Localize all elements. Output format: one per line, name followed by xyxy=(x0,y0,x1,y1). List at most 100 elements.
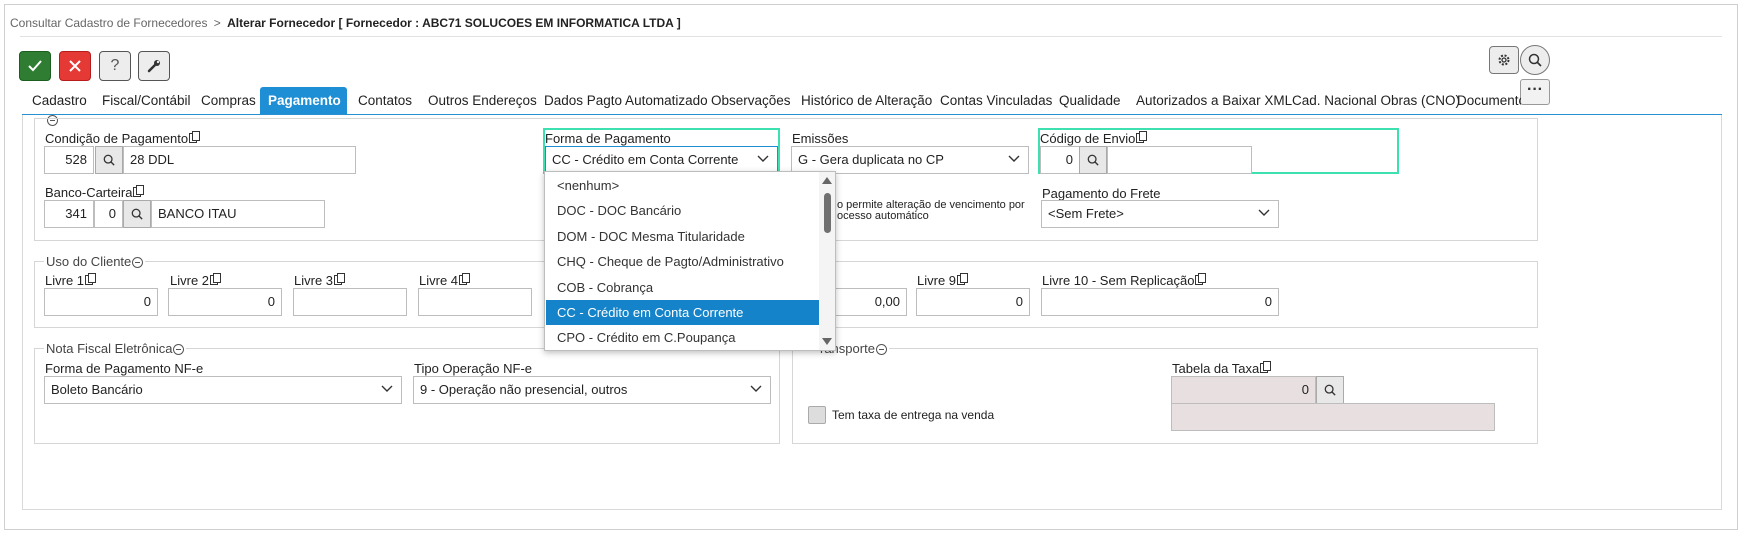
forma-dropdown-list: <nenhum> DOC - DOC Bancário DOM - DOC Mesm… xyxy=(544,171,836,351)
dropdown-option-cpo[interactable]: CPO - Crédito em C.Poupança xyxy=(546,325,819,350)
chevron-down-icon xyxy=(1008,155,1020,162)
nfe-forma-label: Forma de Pagamento NF-e xyxy=(45,361,204,376)
tabela-taxa-desc-field xyxy=(1171,403,1495,431)
search-button[interactable] xyxy=(1520,45,1550,75)
check-icon xyxy=(28,60,42,72)
livre10-input[interactable]: 0 xyxy=(1041,288,1279,316)
scrollbar-thumb[interactable] xyxy=(824,193,831,233)
dropdown-option-doc[interactable]: DOC - DOC Bancário xyxy=(546,198,819,223)
breadcrumb: Consultar Cadastro de Fornecedores > Alt… xyxy=(10,16,681,30)
frete-select[interactable]: <Sem Frete> xyxy=(1041,200,1279,228)
nfe-tipo-label: Tipo Operação NF-e xyxy=(414,361,533,376)
livre2-input[interactable]: 0 xyxy=(168,288,282,316)
cancel-button[interactable] xyxy=(59,51,91,81)
vencimento-text: o permite alteração de vencimento por oce… xyxy=(837,199,1025,222)
tab-cno[interactable]: Cad. Nacional Obras (CNO) xyxy=(1284,87,1468,115)
banco-code-input[interactable]: 341 xyxy=(44,200,94,228)
more-tabs-button[interactable]: ··· xyxy=(1520,79,1550,105)
tab-dados-pagto-automatizado[interactable]: Dados Pagto Automatizado xyxy=(536,87,716,115)
livre9-input[interactable]: 0 xyxy=(916,288,1030,316)
copy-icon[interactable] xyxy=(1195,273,1207,285)
nfe-tipo-value: 9 - Operação não presencial, outros xyxy=(420,382,628,397)
collapse-icon[interactable] xyxy=(875,344,887,356)
copy-icon[interactable] xyxy=(210,273,222,285)
chevron-down-icon xyxy=(1258,209,1270,216)
tab-historico-alteracao[interactable]: Histórico de Alteração xyxy=(793,87,940,115)
nfe-forma-value: Boleto Bancário xyxy=(51,382,143,397)
forma-select[interactable]: CC - Crédito em Conta Corrente xyxy=(545,146,778,174)
nfe-tipo-select[interactable]: 9 - Operação não presencial, outros xyxy=(413,376,771,404)
tab-fiscal-contabil[interactable]: Fiscal/Contábil xyxy=(94,87,199,115)
nfe-title: Nota Fiscal Eletrônica xyxy=(44,341,187,356)
copy-icon[interactable] xyxy=(334,273,346,285)
codigo-envio-search-button[interactable] xyxy=(1079,146,1107,174)
tab-documentos[interactable]: Documentos xyxy=(1449,87,1521,115)
codigo-envio-label: Código de Envio xyxy=(1040,131,1148,146)
scroll-down-icon[interactable] xyxy=(822,338,832,346)
codigo-envio-input[interactable]: 0 xyxy=(1040,146,1080,174)
condicao-code-input[interactable]: 528 xyxy=(44,146,94,174)
tab-pagamento[interactable]: Pagamento xyxy=(260,87,347,115)
livre1-label: Livre 1 xyxy=(45,273,97,288)
confirm-button[interactable] xyxy=(19,51,51,81)
copy-icon[interactable] xyxy=(85,273,97,285)
tools-button[interactable] xyxy=(138,51,170,81)
livre4-input[interactable] xyxy=(418,288,532,316)
collapse-icon[interactable] xyxy=(132,257,144,269)
livre4-label: Livre 4 xyxy=(419,273,471,288)
tab-qualidade[interactable]: Qualidade xyxy=(1051,87,1129,115)
frete-value: <Sem Frete> xyxy=(1048,206,1124,221)
dropdown-option-cob[interactable]: COB - Cobrança xyxy=(546,275,819,300)
tab-outros-enderecos[interactable]: Outros Endereços xyxy=(420,87,545,115)
divider xyxy=(20,36,1722,37)
dropdown-option-chq[interactable]: CHQ - Cheque de Pagto/Administrativo xyxy=(546,249,819,274)
settings-button[interactable] xyxy=(1489,46,1519,74)
wrench-icon xyxy=(147,60,160,73)
copy-icon[interactable] xyxy=(957,273,969,285)
tab-observacoes[interactable]: Observações xyxy=(703,87,799,115)
condicao-search-button[interactable] xyxy=(95,146,123,174)
dropdown-scrollbar[interactable] xyxy=(819,172,835,350)
codigo-envio-desc-field xyxy=(1107,146,1252,174)
carteira-code-input[interactable]: 0 xyxy=(94,200,123,228)
collapse-icon[interactable] xyxy=(173,344,185,356)
tab-autorizados-xml[interactable]: Autorizados a Baixar XML xyxy=(1128,87,1300,115)
taxa-entrega-checkbox[interactable] xyxy=(808,406,826,424)
banco-search-button[interactable] xyxy=(123,200,151,228)
tab-cadastro[interactable]: Cadastro xyxy=(24,87,95,115)
chevron-down-icon xyxy=(381,385,393,392)
emissoes-value: G - Gera duplicata no CP xyxy=(798,152,944,167)
dropdown-option-dom[interactable]: DOM - DOC Mesma Titularidade xyxy=(546,224,819,249)
copy-icon[interactable] xyxy=(1260,361,1272,373)
breadcrumb-parent[interactable]: Consultar Cadastro de Fornecedores xyxy=(10,16,207,30)
forma-value: CC - Crédito em Conta Corrente xyxy=(552,152,739,167)
dropdown-option-nenhum[interactable]: <nenhum> xyxy=(546,173,819,198)
copy-icon[interactable] xyxy=(1136,131,1148,143)
nfe-forma-select[interactable]: Boleto Bancário xyxy=(44,376,402,404)
emissoes-select[interactable]: G - Gera duplicata no CP xyxy=(791,146,1029,174)
taxa-entrega-label: Tem taxa de entrega na venda xyxy=(832,408,995,422)
banco-desc-field: BANCO ITAU xyxy=(151,200,325,228)
search-icon xyxy=(131,208,143,220)
copy-icon[interactable] xyxy=(189,131,201,143)
help-button[interactable]: ? xyxy=(99,51,131,81)
tabela-taxa-label: Tabela da Taxa xyxy=(1172,361,1272,376)
tab-contatos[interactable]: Contatos xyxy=(350,87,420,115)
dropdown-option-cc[interactable]: CC - Crédito em Conta Corrente xyxy=(546,300,819,325)
livre3-input[interactable] xyxy=(293,288,407,316)
help-label: ? xyxy=(110,57,120,74)
livre1-input[interactable]: 0 xyxy=(44,288,158,316)
tab-compras[interactable]: Compras xyxy=(193,87,264,115)
condicao-label: Condição de Pagamento xyxy=(45,131,201,146)
livre9-label: Livre 9 xyxy=(917,273,969,288)
search-icon xyxy=(1528,53,1542,67)
copy-icon[interactable] xyxy=(133,185,145,197)
breadcrumb-separator: > xyxy=(213,16,221,30)
scroll-up-icon[interactable] xyxy=(822,176,832,184)
tab-contas-vinculadas[interactable]: Contas Vinculadas xyxy=(932,87,1060,115)
livre3-label: Livre 3 xyxy=(294,273,346,288)
livre10-label: Livre 10 - Sem Replicação xyxy=(1042,273,1207,288)
tabela-taxa-search-button[interactable] xyxy=(1316,376,1344,404)
tabela-taxa-input[interactable]: 0 xyxy=(1171,376,1316,404)
copy-icon[interactable] xyxy=(459,273,471,285)
